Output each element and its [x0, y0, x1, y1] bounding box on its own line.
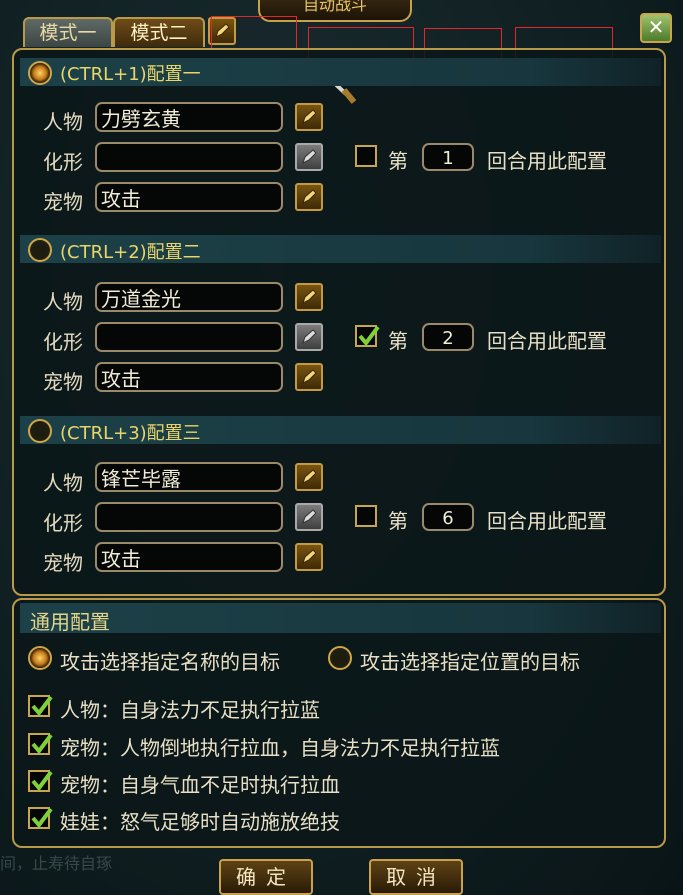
- target-by-position-radio[interactable]: [328, 646, 352, 670]
- config-1-title: (CTRL+1)配置一: [60, 64, 201, 85]
- close-icon: ✕: [647, 15, 665, 39]
- pencil-icon: [302, 549, 317, 564]
- config-2-person-edit-button[interactable]: [295, 283, 323, 311]
- config-1-person-label: 人物: [43, 110, 83, 134]
- pencil-icon: [302, 189, 317, 204]
- config-1-round-input[interactable]: 1: [422, 143, 474, 171]
- option-pet-heal-owner-label: 宠物：人物倒地执行拉血，自身法力不足执行拉蓝: [60, 736, 500, 760]
- config-3-transform-label: 化形: [43, 511, 83, 535]
- config-3-transform-edit-button[interactable]: [295, 503, 323, 531]
- config-3-radio[interactable]: [28, 419, 52, 443]
- config-3-pet-label: 宠物: [43, 551, 83, 575]
- option-pet-heal-owner-checkbox[interactable]: [28, 733, 53, 755]
- config-1-round-checkbox[interactable]: [355, 145, 377, 167]
- config-2-pet-edit-button[interactable]: [295, 363, 323, 391]
- config-3-round-prefix: 第: [388, 509, 408, 533]
- config-1-round-prefix: 第: [388, 149, 408, 173]
- config-1-transform-label: 化形: [43, 150, 83, 174]
- checkmark-icon: [358, 325, 380, 347]
- config-2-pet-label: 宠物: [43, 370, 83, 394]
- pencil-icon: [302, 289, 317, 304]
- config-3-round-checkbox[interactable]: [355, 505, 377, 527]
- auto-battle-window: 间，止寿待自琢 自动战斗 ✕ 模式一 模式二 (CTRL+1)配置一 人物 力劈…: [0, 0, 683, 895]
- config-3-transform-field[interactable]: [95, 502, 283, 532]
- target-by-name-radio[interactable]: [28, 646, 52, 670]
- pencil-icon: [302, 369, 317, 384]
- config-1-pet-field[interactable]: 攻击: [95, 182, 283, 212]
- pencil-icon: [302, 329, 317, 344]
- target-by-position-label: 攻击选择指定位置的目标: [360, 650, 580, 674]
- config-2-round-prefix: 第: [388, 329, 408, 353]
- config-3-pet-edit-button[interactable]: [295, 543, 323, 571]
- config-3-title: (CTRL+3)配置三: [60, 423, 201, 444]
- general-config-header: [20, 603, 661, 633]
- config-2-title: (CTRL+2)配置二: [60, 242, 201, 263]
- option-doll-skill-label: 娃娃：怒气足够时自动施放绝技: [60, 810, 340, 834]
- config-1-person-field[interactable]: 力劈玄黄: [95, 102, 283, 132]
- config-1-round-suffix: 回合用此配置: [487, 149, 607, 173]
- config-3-round-input[interactable]: 6: [422, 503, 474, 531]
- general-config-title: 通用配置: [30, 610, 110, 634]
- checkmark-icon: [31, 807, 53, 829]
- config-1-person-edit-button[interactable]: [295, 103, 323, 131]
- config-2-round-suffix: 回合用此配置: [487, 329, 607, 353]
- confirm-button[interactable]: 确定: [219, 859, 313, 895]
- config-1-pet-edit-button[interactable]: [295, 183, 323, 211]
- config-2-transform-label: 化形: [43, 330, 83, 354]
- config-2-transform-field[interactable]: [95, 322, 283, 352]
- option-person-mana-checkbox[interactable]: [28, 695, 53, 717]
- tab-mode-2[interactable]: 模式二: [113, 17, 205, 47]
- config-3-person-field[interactable]: 锋芒毕露: [95, 462, 283, 492]
- config-1-transform-edit-button[interactable]: [295, 143, 323, 171]
- config-2-radio[interactable]: [28, 238, 52, 262]
- target-by-name-label: 攻击选择指定名称的目标: [60, 650, 280, 674]
- checkmark-icon: [31, 770, 53, 792]
- config-3-pet-field[interactable]: 攻击: [95, 542, 283, 572]
- highlight-box: [211, 16, 297, 50]
- config-1-transform-field[interactable]: [95, 142, 283, 172]
- pencil-icon: [302, 469, 317, 484]
- config-2-person-field[interactable]: 万道金光: [95, 282, 283, 312]
- config-2-pet-field[interactable]: 攻击: [95, 362, 283, 392]
- config-1-radio[interactable]: [28, 61, 52, 85]
- option-pet-hp-checkbox[interactable]: [28, 770, 53, 792]
- config-1-pet-label: 宠物: [43, 190, 83, 214]
- background-chat-text: 间，止寿待自琢: [0, 854, 113, 873]
- config-3-person-edit-button[interactable]: [295, 463, 323, 491]
- checkmark-icon: [31, 733, 53, 755]
- close-button[interactable]: ✕: [640, 13, 672, 43]
- pencil-icon: [302, 109, 317, 124]
- cancel-button[interactable]: 取消: [369, 859, 463, 895]
- config-2-round-checkbox[interactable]: [355, 325, 380, 347]
- config-2-person-label: 人物: [43, 290, 83, 314]
- pencil-icon: [302, 509, 317, 524]
- option-pet-hp-label: 宠物：自身气血不足时执行拉血: [60, 773, 340, 797]
- config-2-round-input[interactable]: 2: [422, 323, 474, 351]
- option-person-mana-label: 人物：自身法力不足执行拉蓝: [60, 698, 320, 722]
- config-3-round-suffix: 回合用此配置: [487, 509, 607, 533]
- option-doll-skill-checkbox[interactable]: [28, 807, 53, 829]
- tab-mode-1[interactable]: 模式一: [23, 17, 113, 47]
- pencil-icon: [302, 149, 317, 164]
- config-3-person-label: 人物: [43, 471, 83, 495]
- checkmark-icon: [31, 695, 53, 717]
- config-2-transform-edit-button[interactable]: [295, 323, 323, 351]
